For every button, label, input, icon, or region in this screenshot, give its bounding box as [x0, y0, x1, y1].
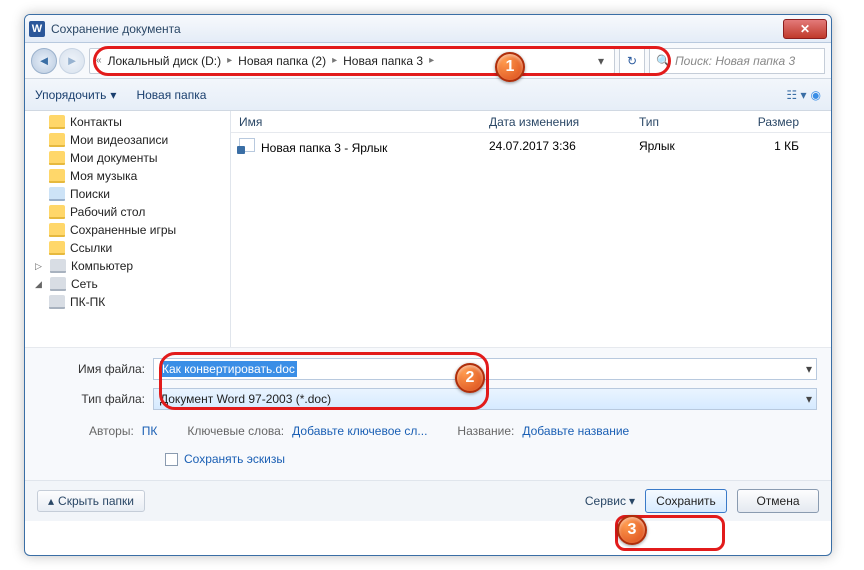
- computer-icon: [49, 295, 65, 309]
- search-folder-icon: [49, 187, 65, 201]
- help-button[interactable]: ◉: [811, 88, 821, 102]
- chevron-down-icon[interactable]: ▾: [806, 362, 812, 376]
- annotation-badge-3: 3: [617, 515, 647, 545]
- toolbar: Упорядочить▾ Новая папка ☷ ▾ ◉: [25, 79, 831, 111]
- close-icon: ✕: [800, 22, 810, 36]
- sidebar-item-computer[interactable]: ▷Компьютер: [25, 257, 230, 275]
- sidebar-item[interactable]: ПК-ПК: [25, 293, 230, 311]
- filename-label: Имя файла:: [39, 362, 153, 376]
- folder-icon: [49, 205, 65, 219]
- address-bar[interactable]: « Локальный диск (D:) ▸ Новая папка (2) …: [89, 48, 615, 74]
- column-headers: Имя Дата изменения Тип Размер: [231, 111, 831, 133]
- annotation-badge-2: 2: [455, 363, 485, 393]
- sidebar-item-network[interactable]: ◢Сеть: [25, 275, 230, 293]
- chevron-down-icon[interactable]: ▾: [806, 392, 812, 406]
- forward-button[interactable]: ►: [59, 48, 85, 74]
- network-icon: [50, 277, 66, 291]
- thumbnails-checkbox[interactable]: [165, 453, 178, 466]
- chevron-right-icon: ▸: [330, 55, 339, 66]
- sidebar-item[interactable]: Мои видеозаписи: [25, 131, 230, 149]
- sidebar-item[interactable]: Рабочий стол: [25, 203, 230, 221]
- word-app-icon: W: [29, 21, 45, 37]
- title-label: Название:: [457, 424, 514, 438]
- save-dialog: W Сохранение документа ✕ ◄ ► « Локальный…: [24, 14, 832, 556]
- annotation-badge-1: 1: [495, 52, 525, 82]
- close-button[interactable]: ✕: [783, 19, 827, 39]
- breadcrumb[interactable]: Новая папка (2): [234, 54, 330, 68]
- filetype-select[interactable]: Документ Word 97-2003 (*.doc) ▾: [153, 388, 817, 410]
- col-date[interactable]: Дата изменения: [481, 115, 631, 129]
- sidebar-item[interactable]: Контакты: [25, 113, 230, 131]
- chevron-down-icon: ▾: [629, 494, 635, 508]
- chevron-right-icon: ▸: [427, 55, 436, 66]
- expand-icon[interactable]: ▷: [35, 261, 45, 272]
- chevron-left-icon: «: [94, 55, 104, 66]
- authors-value[interactable]: ПК: [142, 424, 158, 438]
- sidebar-item[interactable]: Ссылки: [25, 239, 230, 257]
- folder-icon: [49, 151, 65, 165]
- search-placeholder: Поиск: Новая папка 3: [675, 54, 795, 68]
- col-name[interactable]: Имя: [231, 115, 481, 129]
- filename-value: Как конвертировать.doc: [160, 361, 297, 377]
- navigation-row: ◄ ► « Локальный диск (D:) ▸ Новая папка …: [25, 43, 831, 79]
- sidebar-item[interactable]: Моя музыка: [25, 167, 230, 185]
- sidebar: Контакты Мои видеозаписи Мои документы М…: [25, 111, 231, 347]
- hide-folders-button[interactable]: ▴Скрыть папки: [37, 490, 145, 512]
- folder-icon: [49, 133, 65, 147]
- chevron-right-icon: ▸: [225, 55, 234, 66]
- collapse-icon[interactable]: ◢: [35, 279, 45, 290]
- folder-icon: [49, 169, 65, 183]
- titlebar: W Сохранение документа ✕: [25, 15, 831, 43]
- filetype-label: Тип файла:: [39, 392, 153, 406]
- keywords-label: Ключевые слова:: [187, 424, 284, 438]
- folder-icon: [49, 241, 65, 255]
- search-input[interactable]: 🔍 Поиск: Новая папка 3: [649, 48, 825, 74]
- sidebar-item[interactable]: Поиски: [25, 185, 230, 203]
- address-dropdown[interactable]: ▾: [592, 54, 610, 68]
- col-type[interactable]: Тип: [631, 115, 731, 129]
- new-folder-button[interactable]: Новая папка: [136, 88, 206, 102]
- folder-icon: [49, 115, 65, 129]
- view-mode-button[interactable]: ☷ ▾: [786, 88, 806, 102]
- col-size[interactable]: Размер: [731, 115, 807, 129]
- title-value[interactable]: Добавьте название: [522, 424, 629, 438]
- service-menu[interactable]: Сервис▾: [585, 494, 635, 508]
- search-icon: 🔍: [656, 54, 671, 68]
- save-button[interactable]: Сохранить: [645, 489, 727, 513]
- file-row[interactable]: Новая папка 3 - Ярлык 24.07.2017 3:36 Яр…: [231, 133, 831, 155]
- breadcrumb[interactable]: Локальный диск (D:): [104, 54, 226, 68]
- cancel-button[interactable]: Отмена: [737, 489, 819, 513]
- bottom-panel: Имя файла: Как конвертировать.doc ▾ Тип …: [25, 347, 831, 480]
- thumbnails-label: Сохранять эскизы: [184, 452, 285, 466]
- file-list: Имя Дата изменения Тип Размер Новая папк…: [231, 111, 831, 347]
- shortcut-icon: [239, 138, 255, 152]
- footer: ▴Скрыть папки Сервис▾ Сохранить Отмена: [25, 480, 831, 521]
- folder-icon: [49, 223, 65, 237]
- sidebar-item[interactable]: Сохраненные игры: [25, 221, 230, 239]
- organize-menu[interactable]: Упорядочить▾: [35, 88, 116, 102]
- sidebar-item[interactable]: Мои документы: [25, 149, 230, 167]
- chevron-down-icon: ▾: [110, 88, 116, 102]
- breadcrumb[interactable]: Новая папка 3: [339, 54, 427, 68]
- computer-icon: [50, 259, 66, 273]
- window-title: Сохранение документа: [51, 22, 181, 36]
- back-button[interactable]: ◄: [31, 48, 57, 74]
- chevron-up-icon: ▴: [48, 494, 54, 508]
- keywords-value[interactable]: Добавьте ключевое сл...: [292, 424, 427, 438]
- authors-label: Авторы:: [89, 424, 134, 438]
- refresh-button[interactable]: ↻: [619, 48, 645, 74]
- content-area: Контакты Мои видеозаписи Мои документы М…: [25, 111, 831, 347]
- filename-input[interactable]: Как конвертировать.doc ▾: [153, 358, 817, 380]
- filetype-value: Документ Word 97-2003 (*.doc): [160, 392, 331, 406]
- metadata-row: Авторы: ПК Ключевые слова: Добавьте ключев…: [39, 418, 817, 448]
